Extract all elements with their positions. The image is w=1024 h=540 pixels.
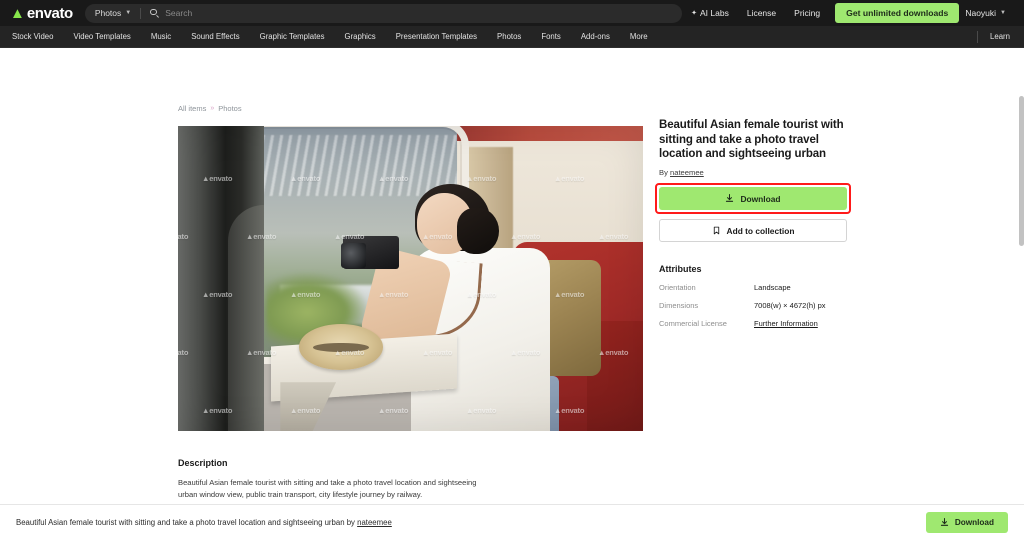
- preview-illustration: [178, 126, 643, 431]
- item-preview-image[interactable]: ▲envato▲envato▲envato▲envato▲envato▲enva…: [178, 126, 643, 431]
- attribute-value: Landscape: [754, 283, 791, 293]
- attribute-value: 7008(w) × 4672(h) px: [754, 301, 826, 311]
- scene-vignette: [178, 126, 643, 431]
- breadcrumb: All items » Photos: [178, 104, 242, 113]
- nav-item-photos[interactable]: Photos: [487, 32, 531, 41]
- envato-logo[interactable]: ▲ envato: [8, 5, 73, 22]
- nav-item-add-ons[interactable]: Add-ons: [571, 32, 620, 41]
- attribute-key: Commercial License: [659, 319, 727, 329]
- nav-right-group: Learn: [977, 30, 1014, 43]
- description-body: Beautiful Asian female tourist with sitt…: [178, 478, 477, 499]
- chevron-down-icon: ▼: [125, 10, 132, 16]
- envato-leaf-icon: ▲: [10, 4, 25, 22]
- attributes-heading: Attributes: [659, 264, 702, 275]
- category-nav-bar: Stock Video Video Templates Music Sound …: [0, 26, 1024, 48]
- get-unlimited-downloads-button[interactable]: Get unlimited downloads: [835, 3, 960, 23]
- download-icon: [726, 194, 734, 202]
- nav-item-learn[interactable]: Learn: [990, 32, 1014, 41]
- page-root: ▲ envato Photos ▼ Search ✦ AI Labs Licen…: [0, 0, 1024, 540]
- account-menu[interactable]: Naoyuki ▼: [965, 8, 1012, 18]
- download-icon: [940, 518, 948, 526]
- nav-item-sound-effects[interactable]: Sound Effects: [181, 32, 249, 41]
- search-category-label: Photos: [94, 8, 122, 18]
- download-button[interactable]: Download: [659, 187, 847, 211]
- download-button-label: Download: [740, 193, 781, 204]
- search-bar[interactable]: Photos ▼ Search: [84, 3, 683, 23]
- bottom-download-button[interactable]: Download: [925, 512, 1008, 533]
- header-link-ai-labs[interactable]: ✦ AI Labs: [682, 8, 738, 18]
- attribute-row-dimensions: Dimensions 7008(w) × 4672(h) px: [659, 301, 847, 310]
- item-details-panel: Beautiful Asian female tourist with sitt…: [655, 118, 851, 328]
- sparkle-icon: ✦: [691, 9, 698, 17]
- nav-item-music[interactable]: Music: [141, 32, 181, 41]
- nav-item-presentation-templates[interactable]: Presentation Templates: [386, 32, 487, 41]
- nav-item-graphics[interactable]: Graphics: [335, 32, 386, 41]
- account-name-label: Naoyuki: [965, 8, 997, 18]
- header-link-license[interactable]: License: [738, 8, 785, 18]
- bottom-bar-title: Beautiful Asian female tourist with sitt…: [16, 518, 355, 527]
- top-header-bar: ▲ envato Photos ▼ Search ✦ AI Labs Licen…: [0, 0, 1024, 26]
- sticky-bottom-bar: Beautiful Asian female tourist with sitt…: [0, 504, 1024, 540]
- header-link-pricing[interactable]: Pricing: [785, 8, 829, 18]
- nav-item-graphic-templates[interactable]: Graphic Templates: [250, 32, 335, 41]
- further-information-link[interactable]: Further Information: [754, 319, 818, 328]
- attribute-key: Orientation: [659, 283, 696, 293]
- add-to-collection-label: Add to collection: [726, 225, 795, 236]
- attribute-key: Dimensions: [659, 301, 699, 311]
- author-byline: By nateemee: [659, 168, 847, 177]
- nav-item-fonts[interactable]: Fonts: [531, 32, 571, 41]
- attribute-row-commercial-license: Commercial License Further Information: [659, 319, 847, 328]
- chevron-down-icon: ▼: [1000, 10, 1006, 16]
- nav-item-more[interactable]: More: [620, 32, 658, 41]
- search-input[interactable]: Search: [165, 8, 192, 18]
- bottom-bar-author-link[interactable]: nateemee: [357, 518, 392, 527]
- logo-text: envato: [26, 4, 73, 22]
- search-icon: [150, 8, 160, 18]
- header-link-ai-labs-label: AI Labs: [700, 8, 729, 18]
- nav-divider: [977, 30, 979, 43]
- search-divider: [140, 7, 142, 19]
- page-title: Beautiful Asian female tourist with sitt…: [659, 119, 844, 161]
- page-scrollbar[interactable]: [1019, 96, 1024, 246]
- nav-item-video-templates[interactable]: Video Templates: [63, 32, 140, 41]
- breadcrumb-current[interactable]: Photos: [218, 104, 241, 113]
- bottom-download-label: Download: [954, 518, 994, 527]
- attribute-value: Further Information: [754, 319, 818, 328]
- bottom-bar-text: Beautiful Asian female tourist with sitt…: [16, 518, 392, 527]
- header-right-group: ✦ AI Labs License Pricing Get unlimited …: [682, 3, 1016, 23]
- author-link[interactable]: nateemee: [670, 168, 704, 177]
- breadcrumb-separator-icon: »: [210, 105, 215, 112]
- add-to-collection-button[interactable]: Add to collection: [659, 219, 847, 243]
- bookmark-icon: [713, 226, 719, 235]
- description-heading: Description: [178, 458, 228, 468]
- breadcrumb-all-items[interactable]: All items: [178, 104, 206, 113]
- download-button-wrapper: Download: [655, 183, 851, 215]
- search-category-dropdown[interactable]: Photos ▼: [95, 8, 131, 18]
- by-label: By: [659, 168, 668, 178]
- attribute-row-orientation: Orientation Landscape: [659, 283, 847, 292]
- nav-item-stock-video[interactable]: Stock Video: [10, 32, 63, 41]
